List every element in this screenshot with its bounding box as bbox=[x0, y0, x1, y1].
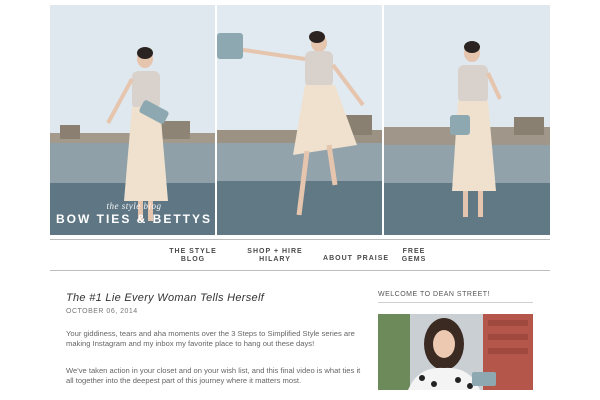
nav-style-blog[interactable]: THE STYLE BLOG bbox=[164, 248, 222, 264]
post-paragraph-2: We've taken action in your closet and on… bbox=[66, 366, 361, 385]
header-photo-2[interactable] bbox=[217, 5, 382, 235]
sidebar-welcome-photo[interactable] bbox=[378, 314, 533, 390]
sidebar-divider bbox=[378, 302, 533, 303]
header-banner: the style blog BOW TIES & BETTYS bbox=[50, 5, 550, 235]
nav-free-gems[interactable]: FREE GEMS bbox=[396, 248, 432, 264]
nav-praise[interactable]: PRAISE bbox=[357, 255, 388, 263]
logo-tagline: the style blog bbox=[106, 201, 162, 211]
sidebar-title: WELCOME TO DEAN STREET! bbox=[378, 291, 490, 298]
nav-about[interactable]: ABOUT bbox=[320, 255, 356, 263]
post-title[interactable]: The #1 Lie Every Woman Tells Herself bbox=[66, 292, 264, 304]
blog-logo[interactable]: the style blog BOW TIES & BETTYS bbox=[54, 201, 214, 226]
nav-divider-bottom bbox=[50, 270, 550, 271]
header-photo-3[interactable] bbox=[384, 5, 550, 235]
logo-title: BOW TIES & BETTYS bbox=[55, 212, 212, 226]
header-photo-1[interactable]: the style blog BOW TIES & BETTYS bbox=[50, 5, 215, 235]
post-paragraph-1: Your giddiness, tears and aha moments ov… bbox=[66, 329, 355, 348]
post-date: OCTOBER 06, 2014 bbox=[66, 308, 138, 315]
nav-shop-hire[interactable]: SHOP + HIRE HILARY bbox=[240, 248, 310, 264]
nav-divider-top bbox=[50, 239, 550, 240]
